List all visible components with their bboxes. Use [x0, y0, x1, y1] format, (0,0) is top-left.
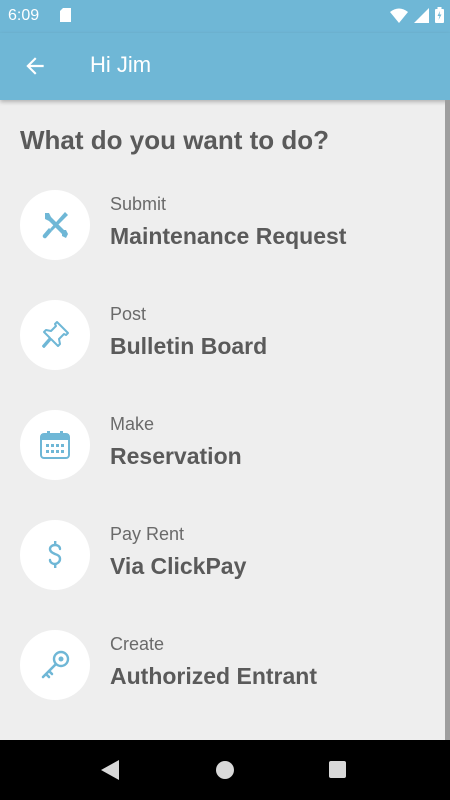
icon-circle — [20, 190, 90, 260]
nav-recent-icon[interactable] — [329, 761, 346, 778]
menu-item-pay-rent[interactable]: Pay Rent Via ClickPay — [0, 520, 440, 610]
tools-icon — [42, 212, 68, 239]
nav-back-icon[interactable] — [100, 759, 120, 786]
pushpin-icon — [42, 321, 69, 348]
section-heading: What do you want to do? — [20, 125, 330, 155]
menu-item-maintenance-request[interactable]: Submit Maintenance Request — [0, 190, 440, 280]
menu-item-main-label: Authorized Entrant — [110, 663, 317, 689]
menu-item-sub-label: Post — [110, 304, 147, 324]
app-bar: Hi Jim — [0, 33, 450, 100]
main-content: What do you want to do? Submit Maintenan… — [0, 100, 450, 740]
dollar-icon — [48, 541, 62, 568]
scrollbar[interactable] — [445, 100, 450, 740]
menu-item-main-label: Bulletin Board — [110, 333, 268, 359]
key-icon — [41, 650, 70, 679]
menu-item-sub-label: Pay Rent — [110, 524, 185, 544]
battery-icon — [435, 7, 444, 28]
status-bar: 6:09 — [0, 0, 450, 33]
status-time: 6:09 — [8, 7, 40, 24]
nav-home-icon[interactable] — [216, 761, 234, 779]
menu-item-main-label: Reservation — [110, 443, 242, 469]
menu-item-main-label: Maintenance Request — [110, 223, 347, 249]
arrow-left-icon[interactable] — [22, 53, 48, 79]
menu-item-sub-label: Make — [110, 414, 155, 434]
wifi-icon — [390, 8, 408, 28]
status-icons — [390, 7, 444, 28]
signal-icon — [414, 7, 429, 28]
icon-circle — [20, 410, 90, 480]
icon-circle — [20, 300, 90, 370]
menu-item-authorized-entrant[interactable]: Create Authorized Entrant — [0, 630, 440, 720]
menu-item-bulletin-board[interactable]: Post Bulletin Board — [0, 300, 440, 390]
sd-card-icon — [60, 8, 71, 27]
menu-item-reservation[interactable]: Make Reservation — [0, 410, 440, 500]
calendar-icon — [40, 431, 70, 459]
menu-item-sub-label: Create — [110, 634, 165, 654]
menu-item-main-label: Via ClickPay — [110, 553, 247, 579]
icon-circle — [20, 630, 90, 700]
menu-item-sub-label: Submit — [110, 194, 167, 214]
page-title: Hi Jim — [90, 52, 152, 77]
icon-circle — [20, 520, 90, 590]
system-nav-bar — [0, 740, 450, 800]
